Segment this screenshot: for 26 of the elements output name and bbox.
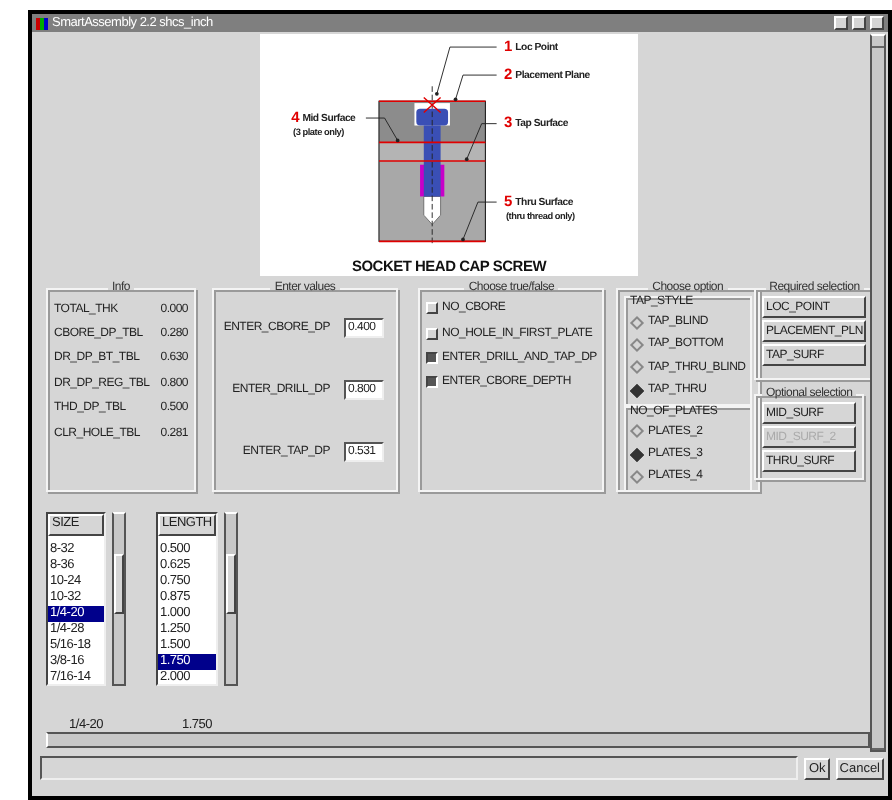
- maximize-button[interactable]: [852, 16, 866, 30]
- list-scrollbar[interactable]: [224, 512, 238, 687]
- radio-button[interactable]: [629, 469, 645, 484]
- leader-line: [463, 123, 497, 161]
- diagram-caption: SOCKET HEAD CAP SCREW: [350, 257, 546, 276]
- callout-number: 2: [503, 64, 511, 83]
- radio-button[interactable]: [629, 424, 645, 439]
- callout-number: 1: [503, 36, 511, 55]
- app-icon: [36, 17, 48, 29]
- radio-button[interactable]: [629, 360, 645, 375]
- vertical-scrollbar[interactable]: [870, 34, 886, 752]
- callout-number: 3: [503, 113, 511, 132]
- checkbox[interactable]: [426, 351, 438, 364]
- radio-button[interactable]: [629, 315, 645, 330]
- minimize-button[interactable]: [834, 16, 848, 30]
- list-scrollbar[interactable]: [112, 512, 126, 687]
- callout-number: 4: [290, 107, 299, 126]
- radio-button[interactable]: [629, 383, 645, 398]
- close-button[interactable]: [870, 16, 884, 30]
- leader-line: [364, 117, 399, 143]
- horizontal-scrollbar[interactable]: [46, 732, 870, 748]
- radio-button[interactable]: [629, 337, 645, 352]
- leader-line: [460, 201, 497, 242]
- callout-number: 5: [503, 191, 511, 210]
- checkbox[interactable]: [426, 376, 438, 389]
- radio-button[interactable]: [629, 447, 645, 462]
